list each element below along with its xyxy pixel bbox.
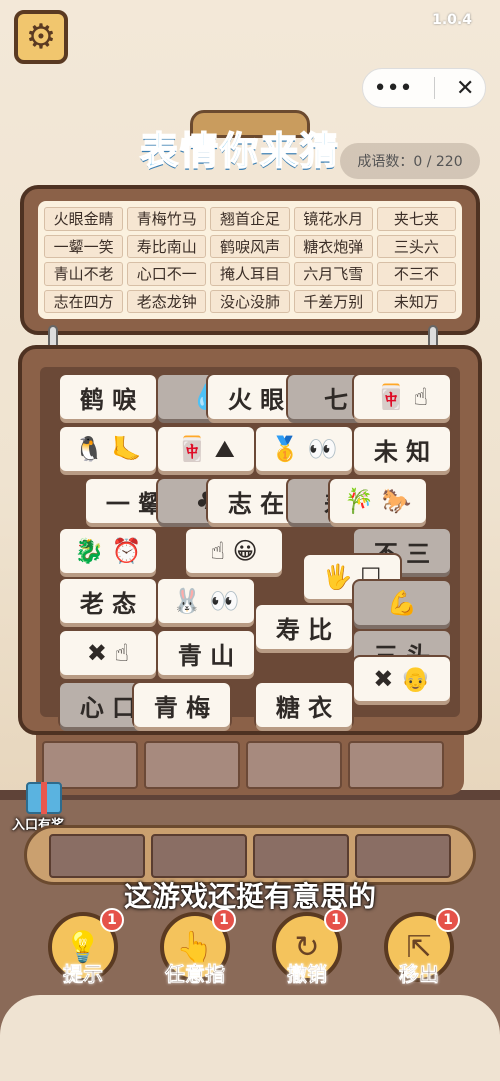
undo-label: 撤销 xyxy=(287,962,328,987)
remove-label: 移出 xyxy=(399,962,440,987)
tile-t23[interactable]: ✖ ☝ xyxy=(60,631,156,675)
slot[interactable] xyxy=(144,741,240,789)
slot[interactable] xyxy=(246,741,342,789)
tile-emoji-icon: ✖ ☝ xyxy=(86,639,130,667)
tile-text: 糖 衣 xyxy=(275,693,333,722)
capsule-divider xyxy=(433,77,435,99)
pick-label: 任意指 xyxy=(165,962,226,987)
tile-area: 鹤 唳💧火 眼七🀄 ☝🐧 🦶🀄 ⛰🥇 👀未 知一 颦♣志 在差🎋 🐎🐉 ⏰☝ 😀… xyxy=(40,367,460,727)
tile-emoji-icon: ✖ 👴 xyxy=(373,665,431,693)
idiom-item: 糖衣炮弹 xyxy=(293,234,373,258)
tile-text: 青 梅 xyxy=(153,693,211,722)
idiom-progress: 成语数：0 / 220 xyxy=(340,143,480,179)
idiom-item: 志在四方 xyxy=(44,289,124,313)
tile-t21[interactable]: 💪 xyxy=(354,581,450,625)
more-icon[interactable]: ••• xyxy=(374,76,413,101)
tile-t14[interactable]: 🎋 🐎 xyxy=(330,479,426,523)
slot[interactable] xyxy=(355,834,451,878)
idiom-item: 心口不一 xyxy=(127,262,207,286)
tile-emoji-icon: 💪 xyxy=(387,589,417,617)
game-title: 表情你来猜 xyxy=(139,128,341,174)
tile-emoji-icon: 🀄 ⛰ xyxy=(177,435,235,463)
tile-emoji-icon: 🐉 ⏰ xyxy=(74,537,142,565)
idiom-list: 火眼金睛 青梅竹马 翘首企足 镜花水月 夹七夹一颦一笑 寿比南山 鹤唳风声 糖衣炮弹 三头六青山… xyxy=(38,201,462,319)
version-label: 1.0.4 xyxy=(432,12,472,28)
tile-text: 心 口 xyxy=(79,693,137,722)
tile-text: 火 眼 xyxy=(227,385,285,414)
tile-emoji-icon: 🐧 🦶 xyxy=(74,435,142,463)
idiom-item: 没心没肺 xyxy=(210,289,290,313)
tile-t7[interactable]: 🀄 ⛰ xyxy=(158,427,254,471)
idiom-item: 老态龙钟 xyxy=(127,289,207,313)
tile-text: 老 态 xyxy=(79,589,137,618)
idiom-item: 不三不 xyxy=(376,262,456,286)
mini-program-capsule: ••• ✕ xyxy=(362,68,486,108)
tile-emoji-icon: 🎋 🐎 xyxy=(344,487,412,515)
hint-label: 提示 xyxy=(63,962,104,987)
tile-t28[interactable]: 青 梅 xyxy=(134,683,230,727)
tile-text: 七 xyxy=(324,385,348,414)
idiom-item: 鹤唳风声 xyxy=(210,234,290,258)
tile-t19[interactable]: 老 态 xyxy=(60,579,156,623)
slot[interactable] xyxy=(151,834,247,878)
gear-icon: ⚙ xyxy=(25,17,57,57)
idiom-board: 火眼金睛 青梅竹马 翘首企足 镜花水月 夹七夹一颦一笑 寿比南山 鹤唳风声 糖衣炮弹 三头六青山… xyxy=(20,185,480,335)
slot[interactable] xyxy=(49,834,145,878)
tile-t26[interactable]: ✖ 👴 xyxy=(354,657,450,701)
tile-board: 鹤 唳💧火 眼七🀄 ☝🐧 🦶🀄 ⛰🥇 👀未 知一 颦♣志 在差🎋 🐎🐉 ⏰☝ 😀… xyxy=(18,345,482,735)
idiom-item: 青山不老 xyxy=(44,262,124,286)
tile-text: 一 颦 xyxy=(105,489,163,518)
bottom-decoration xyxy=(0,995,500,1081)
tile-t6[interactable]: 🐧 🦶 xyxy=(60,427,156,471)
idiom-item: 千差万别 xyxy=(293,289,373,313)
idiom-item: 寿比南山 xyxy=(127,234,207,258)
tile-t22[interactable]: 寿 比 xyxy=(256,605,352,649)
tile-emoji-icon: 🐰 👀 xyxy=(172,587,240,615)
tile-emoji-icon: 🥇 👀 xyxy=(270,435,338,463)
idiom-item: 镜花水月 xyxy=(293,207,373,231)
tile-text: 鹤 唳 xyxy=(79,385,137,414)
slot-bar-upper xyxy=(36,735,464,795)
count-badge: 1 xyxy=(212,908,236,932)
idiom-item: 六月飞雪 xyxy=(293,262,373,286)
settings-button[interactable]: ⚙ xyxy=(14,10,68,64)
slot[interactable] xyxy=(348,741,444,789)
tile-t9[interactable]: 未 知 xyxy=(354,427,450,471)
idiom-item: 翘首企足 xyxy=(210,207,290,231)
count-badge: 1 xyxy=(436,908,460,932)
tile-emoji-icon: ☝ 😀 xyxy=(210,537,258,565)
count-badge: 1 xyxy=(100,908,124,932)
close-icon[interactable]: ✕ xyxy=(456,76,474,101)
tile-t24[interactable]: 青 山 xyxy=(158,631,254,675)
tile-emoji-icon: 🀄 ☝ xyxy=(375,383,429,411)
slot[interactable] xyxy=(253,834,349,878)
idiom-item: 夹七夹 xyxy=(376,207,456,231)
idiom-item: 青梅竹马 xyxy=(127,207,207,231)
idiom-item: 一颦一笑 xyxy=(44,234,124,258)
idiom-item: 未知万 xyxy=(376,289,456,313)
idiom-item: 掩人耳目 xyxy=(210,262,290,286)
tile-t16[interactable]: ☝ 😀 xyxy=(186,529,282,573)
tile-t1[interactable]: 鹤 唳 xyxy=(60,375,156,419)
gift-ribbon xyxy=(41,782,47,814)
gift-entry[interactable]: 入口有奖 xyxy=(12,778,72,833)
video-caption: 这游戏还挺有意思的 xyxy=(123,880,376,913)
tile-text: 寿 比 xyxy=(275,615,333,644)
tile-t15[interactable]: 🐉 ⏰ xyxy=(60,529,156,573)
tile-t20[interactable]: 🐰 👀 xyxy=(158,579,254,623)
tile-text: 青 山 xyxy=(177,641,235,670)
idiom-item: 三头六 xyxy=(376,234,456,258)
tile-text: 未 知 xyxy=(373,437,431,466)
tile-text: 志 在 xyxy=(227,489,285,518)
count-badge: 1 xyxy=(324,908,348,932)
tile-t8[interactable]: 🥇 👀 xyxy=(256,427,352,471)
tile-t5[interactable]: 🀄 ☝ xyxy=(354,375,450,419)
tile-t29[interactable]: 糖 衣 xyxy=(256,683,352,727)
idiom-item: 火眼金睛 xyxy=(44,207,124,231)
